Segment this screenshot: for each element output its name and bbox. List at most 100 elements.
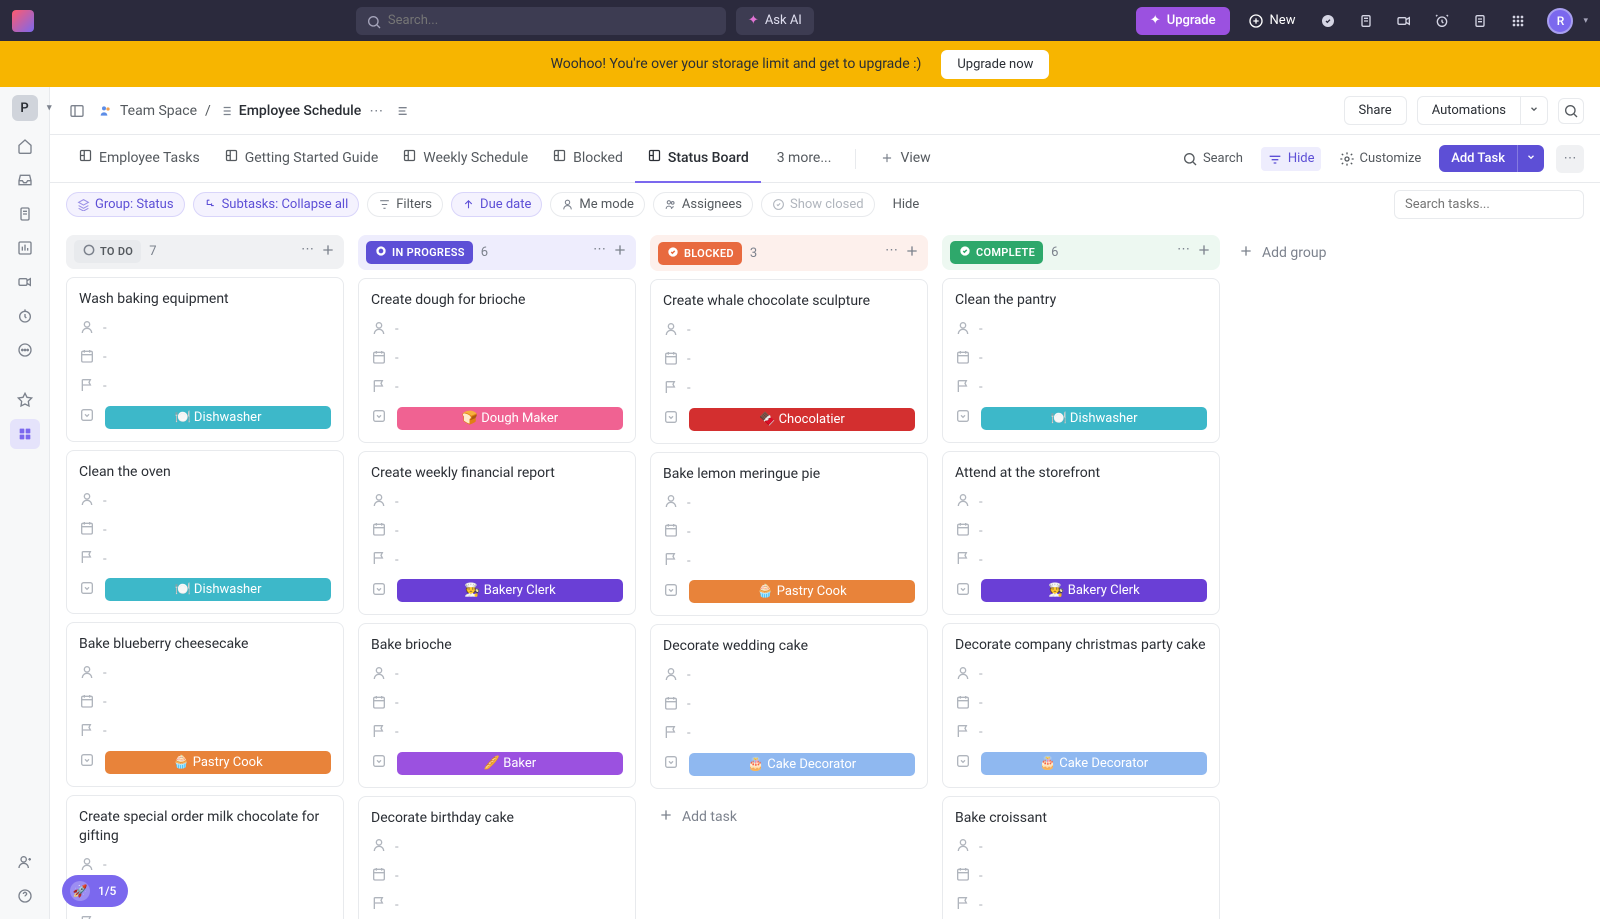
more-icon[interactable]: ⋯ <box>301 242 314 262</box>
priority-row[interactable]: - <box>371 895 623 915</box>
column-header[interactable]: TO DO7⋯ <box>66 235 344 269</box>
spaces-icon[interactable] <box>10 419 40 449</box>
task-card[interactable]: Decorate company christmas party cake---… <box>942 623 1220 788</box>
more-icon[interactable]: ⋯ <box>885 243 898 263</box>
more-menu-icon[interactable]: ⋯ <box>1556 145 1584 173</box>
ask-ai-button[interactable]: ✦ Ask AI <box>736 7 814 35</box>
due-date-chip[interactable]: Due date <box>451 192 542 217</box>
alarm-icon[interactable] <box>1433 12 1451 30</box>
priority-row[interactable]: - <box>371 378 623 398</box>
task-card[interactable]: Bake lemon meringue pie---🧁 Pastry Cook <box>650 452 928 617</box>
dropdown-icon[interactable] <box>955 581 971 601</box>
assignee-row[interactable]: - <box>955 320 1207 340</box>
due-date-row[interactable]: - <box>955 694 1207 714</box>
clipboard-icon[interactable] <box>1357 12 1375 30</box>
task-card[interactable]: Wash baking equipment---🍽️ Dishwasher <box>66 277 344 442</box>
task-card[interactable]: Bake brioche---🥖 Baker <box>358 623 636 788</box>
assignee-row[interactable]: - <box>955 665 1207 685</box>
group-chip[interactable]: Group: Status <box>66 192 185 217</box>
assignee-row[interactable]: - <box>663 321 915 341</box>
priority-row[interactable]: - <box>371 550 623 570</box>
due-date-row[interactable]: - <box>955 866 1207 886</box>
role-tag[interactable]: 🍽️ Dishwasher <box>105 578 331 601</box>
column-header[interactable]: COMPLETE6⋯ <box>942 235 1220 270</box>
dropdown-icon[interactable] <box>955 753 971 773</box>
favorites-icon[interactable] <box>10 385 40 415</box>
role-tag[interactable]: 🍞 Dough Maker <box>397 407 623 430</box>
assignee-row[interactable]: - <box>371 492 623 512</box>
add-task-row[interactable]: Add task <box>650 797 928 837</box>
home-icon[interactable] <box>10 131 40 161</box>
add-view-button[interactable]: View <box>868 135 942 183</box>
due-date-row[interactable]: - <box>79 348 331 368</box>
due-date-row[interactable]: - <box>663 695 915 715</box>
hide-button[interactable]: Hide <box>1261 147 1321 171</box>
global-search[interactable] <box>356 7 726 35</box>
invite-icon[interactable] <box>10 847 40 877</box>
role-tag[interactable]: 🍽️ Dishwasher <box>981 407 1207 430</box>
role-tag[interactable]: 🎂 Cake Decorator <box>981 752 1207 775</box>
priority-row[interactable]: - <box>79 914 331 919</box>
task-card[interactable]: Clean the oven---🍽️ Dishwasher <box>66 450 344 615</box>
view-tab-employee-tasks[interactable]: Employee Tasks <box>66 135 212 183</box>
timesheets-icon[interactable] <box>10 301 40 331</box>
role-tag[interactable]: 🍽️ Dishwasher <box>105 406 331 429</box>
priority-row[interactable]: - <box>955 550 1207 570</box>
more-icon[interactable] <box>10 335 40 365</box>
priority-row[interactable]: - <box>663 551 915 571</box>
filters-chip[interactable]: Filters <box>367 192 443 217</box>
collapse-icon[interactable] <box>393 100 415 122</box>
onboarding-progress[interactable]: 🚀 1/5 <box>62 875 128 907</box>
assignee-row[interactable]: - <box>79 491 331 511</box>
assignee-row[interactable]: - <box>663 493 915 513</box>
dropdown-icon[interactable] <box>79 580 95 600</box>
dropdown-icon[interactable] <box>79 407 95 427</box>
dropdown-icon[interactable] <box>955 408 971 428</box>
inbox-icon[interactable] <box>10 165 40 195</box>
assignee-row[interactable]: - <box>79 319 331 339</box>
logo-icon[interactable] <box>12 10 34 32</box>
task-card[interactable]: Create weekly financial report---🧑‍🍳 Bak… <box>358 451 636 616</box>
dropdown-icon[interactable] <box>663 582 679 602</box>
due-date-row[interactable]: - <box>371 349 623 369</box>
more-icon[interactable]: ⋯ <box>1177 242 1190 262</box>
task-card[interactable]: Decorate birthday cake--- <box>358 796 636 919</box>
view-search-button[interactable]: Search <box>1176 147 1249 171</box>
priority-row[interactable]: - <box>955 723 1207 743</box>
dropdown-icon[interactable] <box>371 408 387 428</box>
new-button[interactable]: New <box>1238 7 1306 35</box>
assignee-row[interactable]: - <box>955 492 1207 512</box>
search-input[interactable] <box>356 7 726 35</box>
dropdown-icon[interactable] <box>371 581 387 601</box>
customize-button[interactable]: Customize <box>1333 147 1428 171</box>
priority-row[interactable]: - <box>663 379 915 399</box>
task-card[interactable]: Attend at the storefront---🧑‍🍳 Bakery Cl… <box>942 451 1220 616</box>
upgrade-button[interactable]: ✦ Upgrade <box>1136 7 1230 35</box>
view-tab-status-board[interactable]: Status Board <box>635 135 761 183</box>
user-avatar[interactable]: R <box>1547 8 1573 34</box>
task-search-input[interactable] <box>1394 190 1584 219</box>
role-tag[interactable]: 🧑‍🍳 Bakery Clerk <box>981 579 1207 602</box>
subtasks-chip[interactable]: Subtasks: Collapse all <box>193 192 360 217</box>
check-circle-icon[interactable] <box>1319 12 1337 30</box>
assignee-row[interactable]: - <box>371 320 623 340</box>
due-date-row[interactable]: - <box>79 520 331 540</box>
show-closed-chip[interactable]: Show closed <box>761 192 875 217</box>
role-tag[interactable]: 🧁 Pastry Cook <box>105 751 331 774</box>
task-card[interactable]: Create whale chocolate sculpture---🍫 Cho… <box>650 279 928 444</box>
dashboards-icon[interactable] <box>10 233 40 263</box>
add-group-button[interactable]: Add group <box>1234 235 1330 271</box>
due-date-row[interactable]: - <box>371 694 623 714</box>
clips-icon[interactable] <box>10 267 40 297</box>
more-icon[interactable]: ⋯ <box>593 242 606 262</box>
assignee-row[interactable]: - <box>371 665 623 685</box>
breadcrumb-list[interactable]: Employee Schedule <box>219 103 361 119</box>
priority-row[interactable]: - <box>955 378 1207 398</box>
workspace-badge[interactable]: P <box>12 95 38 121</box>
priority-row[interactable]: - <box>79 549 331 569</box>
due-date-row[interactable]: - <box>663 522 915 542</box>
role-tag[interactable]: 🧑‍🍳 Bakery Clerk <box>397 579 623 602</box>
task-card[interactable]: Decorate wedding cake---🎂 Cake Decorator <box>650 624 928 789</box>
view-tab-getting-started-guide[interactable]: Getting Started Guide <box>212 135 391 183</box>
priority-row[interactable]: - <box>79 377 331 397</box>
